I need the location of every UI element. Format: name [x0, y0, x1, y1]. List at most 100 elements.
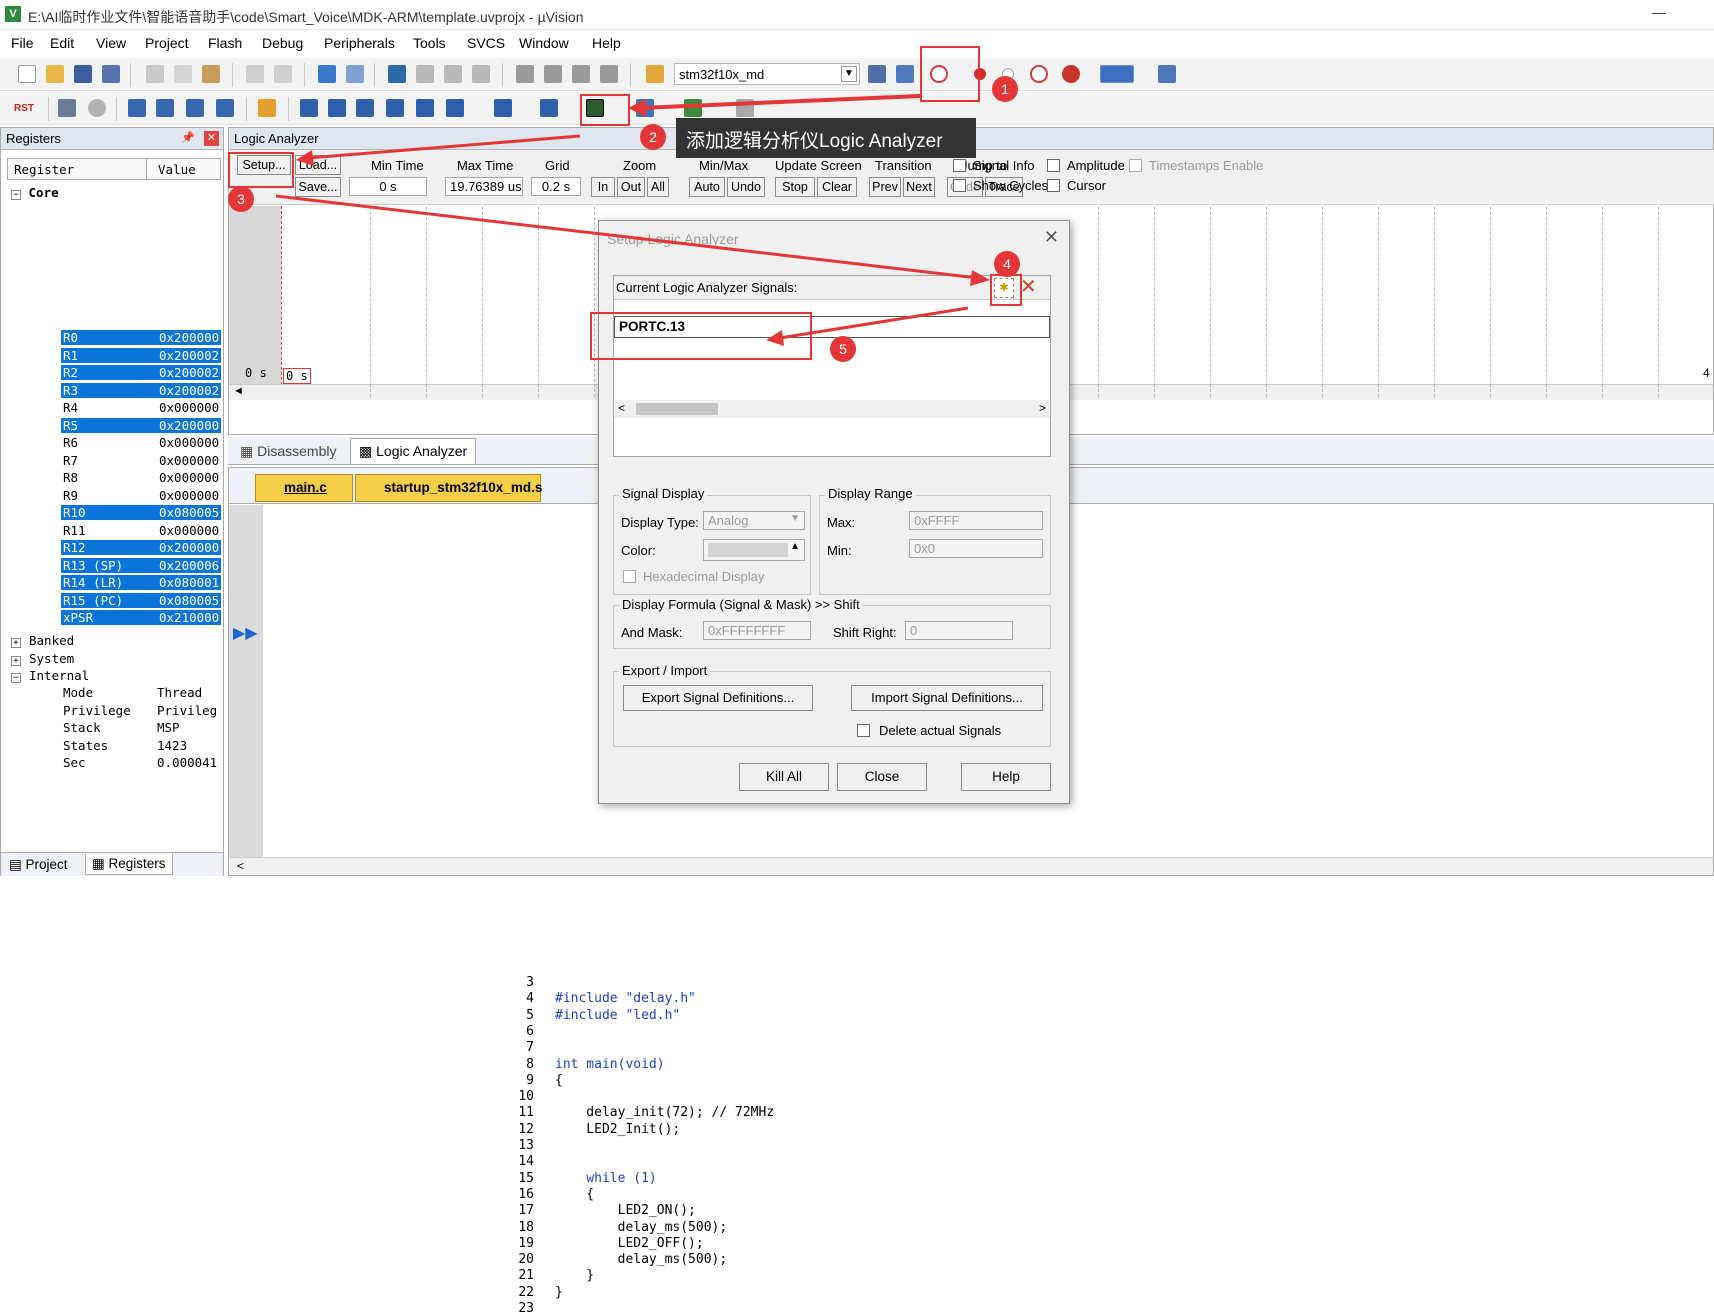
expand-icon[interactable]: +	[11, 638, 21, 648]
bookmark-icon[interactable]	[388, 65, 406, 83]
minimize-button[interactable]: —	[1652, 4, 1666, 20]
bookmark-prev-icon[interactable]	[416, 65, 434, 83]
register-row[interactable]: R7 0x000000	[1, 453, 221, 469]
internal-row[interactable]: Privilege Privileg	[1, 703, 221, 719]
export-signals-button[interactable]: Export Signal Definitions...	[623, 685, 813, 711]
tree-core[interactable]: − Core	[11, 185, 59, 200]
cursor-checkbox[interactable]	[1047, 179, 1060, 192]
hex-display-checkbox[interactable]	[623, 570, 636, 583]
serial-window-icon[interactable]	[540, 99, 558, 117]
scroll-left-icon[interactable]: <	[237, 859, 244, 873]
register-row[interactable]: R12 0x200000	[1, 540, 221, 556]
configure-icon[interactable]	[1158, 65, 1176, 83]
menu-debug[interactable]: Debug	[262, 35, 303, 51]
register-row[interactable]: xPSR 0x210000	[1, 610, 221, 626]
bookmark-clear-icon[interactable]	[472, 65, 490, 83]
paste-icon[interactable]	[202, 65, 220, 83]
delete-signal-icon[interactable]: ✕	[1020, 276, 1037, 298]
dialog-close-icon[interactable]: ✕	[1044, 227, 1059, 248]
unindent-icon[interactable]	[544, 65, 562, 83]
code-line[interactable]: delay_ms(500);	[555, 1220, 728, 1235]
new-file-icon[interactable]	[18, 65, 36, 83]
delete-actual-signals-checkbox[interactable]	[857, 724, 870, 737]
internal-row[interactable]: Stack MSP	[1, 720, 221, 736]
menu-flash[interactable]: Flash	[208, 35, 242, 51]
command-window-icon[interactable]	[300, 99, 318, 117]
internal-row[interactable]: Mode Thread	[1, 685, 221, 701]
incremental-find-icon[interactable]	[896, 65, 914, 83]
tab-main-c[interactable]: main.c	[255, 474, 353, 502]
trace-window-icon[interactable]	[636, 99, 654, 117]
menu-project[interactable]: Project	[145, 35, 189, 51]
kill-all-button[interactable]: Kill All	[739, 763, 829, 791]
zoom-all-button[interactable]: All	[647, 177, 669, 197]
min-field[interactable]: 0x0	[909, 539, 1043, 558]
register-row[interactable]: R2 0x200002	[1, 365, 221, 381]
col-register[interactable]: Register	[14, 162, 74, 177]
zoom-in-button[interactable]: In	[591, 177, 615, 197]
shift-right-field[interactable]: 0	[905, 621, 1013, 640]
step-into-icon[interactable]	[128, 99, 146, 117]
system-viewer-icon[interactable]	[684, 99, 702, 117]
cut-icon[interactable]	[146, 65, 164, 83]
code-line[interactable]: delay_init(72); // 72MHz	[555, 1105, 774, 1120]
code-line[interactable]: LED2_ON();	[555, 1203, 696, 1218]
tab-disassembly[interactable]: ▦ Disassembly	[234, 440, 342, 463]
menu-tools[interactable]: Tools	[413, 35, 446, 51]
register-row[interactable]: R8 0x000000	[1, 470, 221, 486]
display-type-select[interactable]: Analog ▼	[703, 511, 805, 530]
next-button[interactable]: Next	[903, 177, 935, 197]
code-line[interactable]: int main(void)	[555, 1057, 665, 1072]
code-line[interactable]: delay_ms(500);	[555, 1252, 728, 1267]
col-value[interactable]: Value	[158, 162, 196, 177]
load-button[interactable]: Load...	[295, 155, 341, 175]
expand-icon[interactable]: +	[11, 655, 21, 666]
timestamps-checkbox[interactable]	[1129, 159, 1142, 172]
register-row[interactable]: R0 0x200000	[1, 330, 221, 346]
reset-button[interactable]: RST	[14, 98, 38, 120]
disassembly-window-icon[interactable]	[328, 99, 346, 117]
tab-startup-file[interactable]: startup_stm32f10x_md.s	[355, 474, 542, 502]
stop-button[interactable]: Stop	[775, 177, 815, 197]
watch-window-icon[interactable]	[446, 99, 464, 117]
code-line[interactable]: LED2_OFF();	[555, 1236, 704, 1251]
run-icon[interactable]	[58, 99, 76, 117]
window-layout-icon[interactable]	[1100, 65, 1134, 83]
uncomment-icon[interactable]	[600, 65, 618, 83]
chevron-down-icon[interactable]: ▼	[841, 66, 857, 82]
auto-button[interactable]: Auto	[689, 177, 725, 197]
code-line[interactable]: }	[555, 1285, 563, 1300]
nav-back-icon[interactable]	[318, 65, 336, 83]
zoom-out-button[interactable]: Out	[617, 177, 645, 197]
step-over-icon[interactable]	[156, 99, 174, 117]
register-row[interactable]: R4 0x000000	[1, 400, 221, 416]
show-cycles-checkbox[interactable]	[953, 179, 966, 192]
code-line[interactable]: {	[555, 1073, 563, 1088]
scroll-left-icon[interactable]: <	[618, 401, 625, 415]
comment-icon[interactable]	[572, 65, 590, 83]
signals-scrollbar[interactable]: < >	[614, 400, 1050, 418]
code-line[interactable]: #include "delay.h"	[555, 991, 696, 1006]
register-row[interactable]: R9 0x000000	[1, 488, 221, 504]
tree-group-internal[interactable]: − Internal	[11, 668, 231, 684]
menu-window[interactable]: Window	[519, 35, 569, 51]
register-row[interactable]: R11 0x000000	[1, 523, 221, 539]
menu-svcs[interactable]: SVCS	[467, 35, 505, 51]
menu-edit[interactable]: Edit	[50, 35, 74, 51]
save-button[interactable]: Save...	[295, 177, 341, 197]
undo-icon[interactable]	[246, 65, 264, 83]
register-row[interactable]: R3 0x200002	[1, 382, 221, 399]
register-row[interactable]: R15 (PC) 0x080005	[1, 592, 221, 609]
register-row[interactable]: R1 0x200002	[1, 347, 221, 364]
copy-icon[interactable]	[174, 65, 192, 83]
breakpoint-disable-all-icon[interactable]	[1030, 65, 1048, 83]
signal-info-checkbox[interactable]	[953, 159, 966, 172]
scroll-right-icon[interactable]: >	[1039, 401, 1046, 415]
open-target-icon[interactable]	[646, 65, 664, 83]
save-all-icon[interactable]	[102, 65, 120, 83]
nav-forward-icon[interactable]	[346, 65, 364, 83]
and-mask-field[interactable]: 0xFFFFFFFF	[703, 621, 811, 640]
toolbox-icon[interactable]	[736, 99, 754, 117]
menu-help[interactable]: Help	[592, 35, 621, 51]
clear-button[interactable]: Clear	[817, 177, 857, 197]
